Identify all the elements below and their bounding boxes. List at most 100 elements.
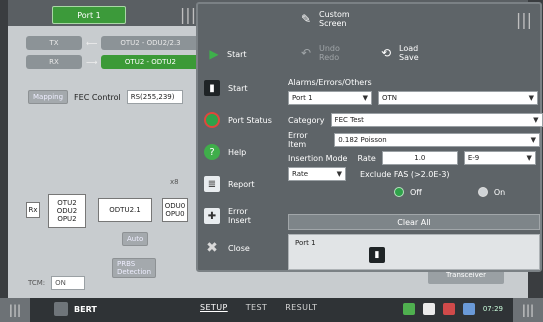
status-icon-4	[462, 303, 475, 315]
insertion-mode-row: Insertion Mode Rate 1.0 E-9 ▼	[288, 150, 536, 166]
chevron-down-icon: ▼	[533, 116, 539, 124]
side-item-label: Report	[228, 179, 255, 189]
bottom-tabs: SETUP TEST RESULT	[200, 303, 317, 312]
custom-screen-button[interactable]: ✎ Custom Screen	[298, 10, 350, 28]
bottom-bar: ||| BERT SETUP TEST RESULT 07:29 |||	[0, 298, 543, 322]
otn-select-value: OTN	[382, 94, 398, 102]
panel-handle-icon[interactable]: |||	[516, 10, 532, 29]
rx-path-value[interactable]: OTU2 - ODTU2	[101, 55, 200, 69]
clear-all-button[interactable]: Clear All	[288, 214, 540, 230]
port-otn-row: Port 1 ▼ OTN ▼	[288, 90, 538, 106]
auto-button[interactable]: Auto	[122, 232, 149, 246]
side-item-label: Close	[228, 243, 250, 253]
exclude-fas-label: Exclude FAS (>2.0E-3)	[360, 169, 450, 179]
radio-on-label: On	[493, 187, 506, 197]
side-item-start[interactable]: ▮ Start	[204, 72, 280, 104]
category-select[interactable]: FEC Test ▼	[330, 113, 543, 127]
status-area: 07:29	[402, 303, 503, 315]
report-icon: ≣	[204, 176, 220, 192]
port-select[interactable]: Port 1 ▼	[288, 91, 372, 105]
start-top-label: Start	[227, 49, 247, 59]
side-item-label: Start	[228, 83, 248, 93]
multiplier-label: x8	[170, 178, 179, 186]
tab-setup[interactable]: SETUP	[200, 303, 228, 312]
exclude-fas-radio-row: Off On	[394, 184, 505, 200]
insertion-mode-value: Rate	[292, 170, 309, 178]
chevron-down-icon: ▼	[526, 154, 532, 162]
radio-off[interactable]	[394, 187, 404, 197]
undo-redo-button[interactable]: ↶ Undo Redo	[298, 44, 340, 62]
alarms-section-title: Alarms/Errors/Others	[288, 74, 372, 90]
fec-control-field[interactable]: RS(255,239)	[126, 90, 183, 104]
otn-select[interactable]: OTN ▼	[378, 91, 538, 105]
chevron-down-icon: ▼	[530, 136, 536, 144]
rate-exponent-value: E-9	[467, 154, 480, 162]
radio-off-label: Off	[410, 187, 422, 197]
arrow-right-icon: ⟶	[86, 57, 98, 67]
fec-control-row: Mapping FEC Control RS(255,239)	[28, 90, 183, 104]
bottom-right-handle-icon[interactable]: |||	[513, 298, 543, 322]
port-1-insert-box: Port 1 ▮	[288, 234, 540, 270]
bottom-left-handle-icon[interactable]: |||	[0, 298, 30, 322]
odtu21-box: ODTU2.1	[98, 198, 152, 222]
port-select-value: Port 1	[292, 94, 313, 102]
tab-test[interactable]: TEST	[246, 303, 268, 312]
error-item-select[interactable]: 0.182 Poisson ▼	[334, 133, 540, 147]
mapping-button[interactable]: Mapping	[28, 90, 69, 104]
tx-label: TX	[26, 36, 82, 50]
side-menu: ▮ Start Port Status ? Help ≣ Report ✚ Er…	[204, 72, 280, 264]
rx-box: Rx	[26, 202, 40, 218]
bert-label-group[interactable]: BERT	[54, 302, 97, 316]
bert-label: BERT	[74, 304, 97, 314]
load-save-icon: ⟲	[380, 46, 392, 60]
insertion-mode-select[interactable]: Rate ▼	[288, 167, 346, 181]
odu0-box: ODU0 OPU0	[162, 198, 188, 222]
custom-screen-label: Custom Screen	[319, 10, 350, 28]
prbs-detection-button[interactable]: PRBS Detection	[112, 258, 157, 278]
stoplight-icon[interactable]: ▮	[369, 247, 385, 263]
tcm-row: TCM: ON	[28, 276, 86, 290]
stoplight-icon: ▮	[204, 80, 220, 96]
rate-input[interactable]: 1.0	[381, 151, 458, 165]
arrow-left-icon: ⟵	[86, 38, 98, 48]
side-item-error-insert[interactable]: ✚ Error Insert	[204, 200, 280, 232]
close-icon: ✖	[206, 240, 218, 256]
side-item-label: Error Insert	[228, 207, 251, 225]
tab-result[interactable]: RESULT	[285, 303, 317, 312]
chevron-down-icon: ▼	[362, 94, 368, 102]
insertion-mode-select-row: Rate ▼ Exclude FAS (>2.0E-3)	[288, 166, 450, 182]
chevron-down-icon: ▼	[336, 170, 342, 178]
radio-on[interactable]	[477, 187, 488, 197]
rate-exponent-select[interactable]: E-9 ▼	[463, 151, 536, 165]
rx-label: RX	[26, 55, 82, 69]
edit-icon: ✎	[300, 12, 312, 26]
rx-path-row: RX ⟶ OTU2 - ODTU2	[26, 55, 200, 69]
rate-label: Rate	[357, 153, 376, 163]
side-panel: ▶ Start ✎ Custom Screen ↶ Undo Redo ⟲ Lo…	[196, 2, 543, 272]
help-icon: ?	[204, 144, 220, 160]
status-icon-2	[422, 303, 435, 315]
category-value: FEC Test	[334, 116, 364, 124]
start-top-button[interactable]: ▶ Start	[206, 46, 247, 62]
tcm-field[interactable]: ON	[51, 276, 86, 290]
category-row: Category FEC Test ▼	[288, 112, 543, 128]
side-item-port-status[interactable]: Port Status	[204, 104, 280, 136]
error-item-value: 0.182 Poisson	[338, 136, 387, 144]
side-item-help[interactable]: ? Help	[204, 136, 280, 168]
bert-icon	[54, 302, 68, 316]
play-icon: ▶	[209, 47, 219, 61]
insertion-mode-label: Insertion Mode	[288, 153, 348, 163]
error-item-row: Error Item 0.182 Poisson ▼	[288, 131, 540, 149]
tx-path-value: OTU2 - ODU2/2.3	[101, 36, 200, 50]
panel-top-actions: ▶ Start ✎ Custom Screen ↶ Undo Redo ⟲ Lo…	[198, 4, 540, 74]
otu2-box: OTU2 ODU2 OPU2	[48, 194, 86, 228]
undo-icon: ↶	[300, 46, 312, 60]
side-item-report[interactable]: ≣ Report	[204, 168, 280, 200]
port-box-label: Port 1	[295, 239, 316, 247]
error-item-label: Error Item	[288, 131, 308, 149]
undo-redo-label: Undo Redo	[319, 44, 340, 62]
load-save-button[interactable]: ⟲ Load Save	[378, 44, 419, 62]
alarms-errors-others-title: Alarms/Errors/Others	[288, 77, 372, 87]
side-item-close[interactable]: ✖ Close	[204, 232, 280, 264]
port-1-tab[interactable]: Port 1	[52, 6, 126, 24]
